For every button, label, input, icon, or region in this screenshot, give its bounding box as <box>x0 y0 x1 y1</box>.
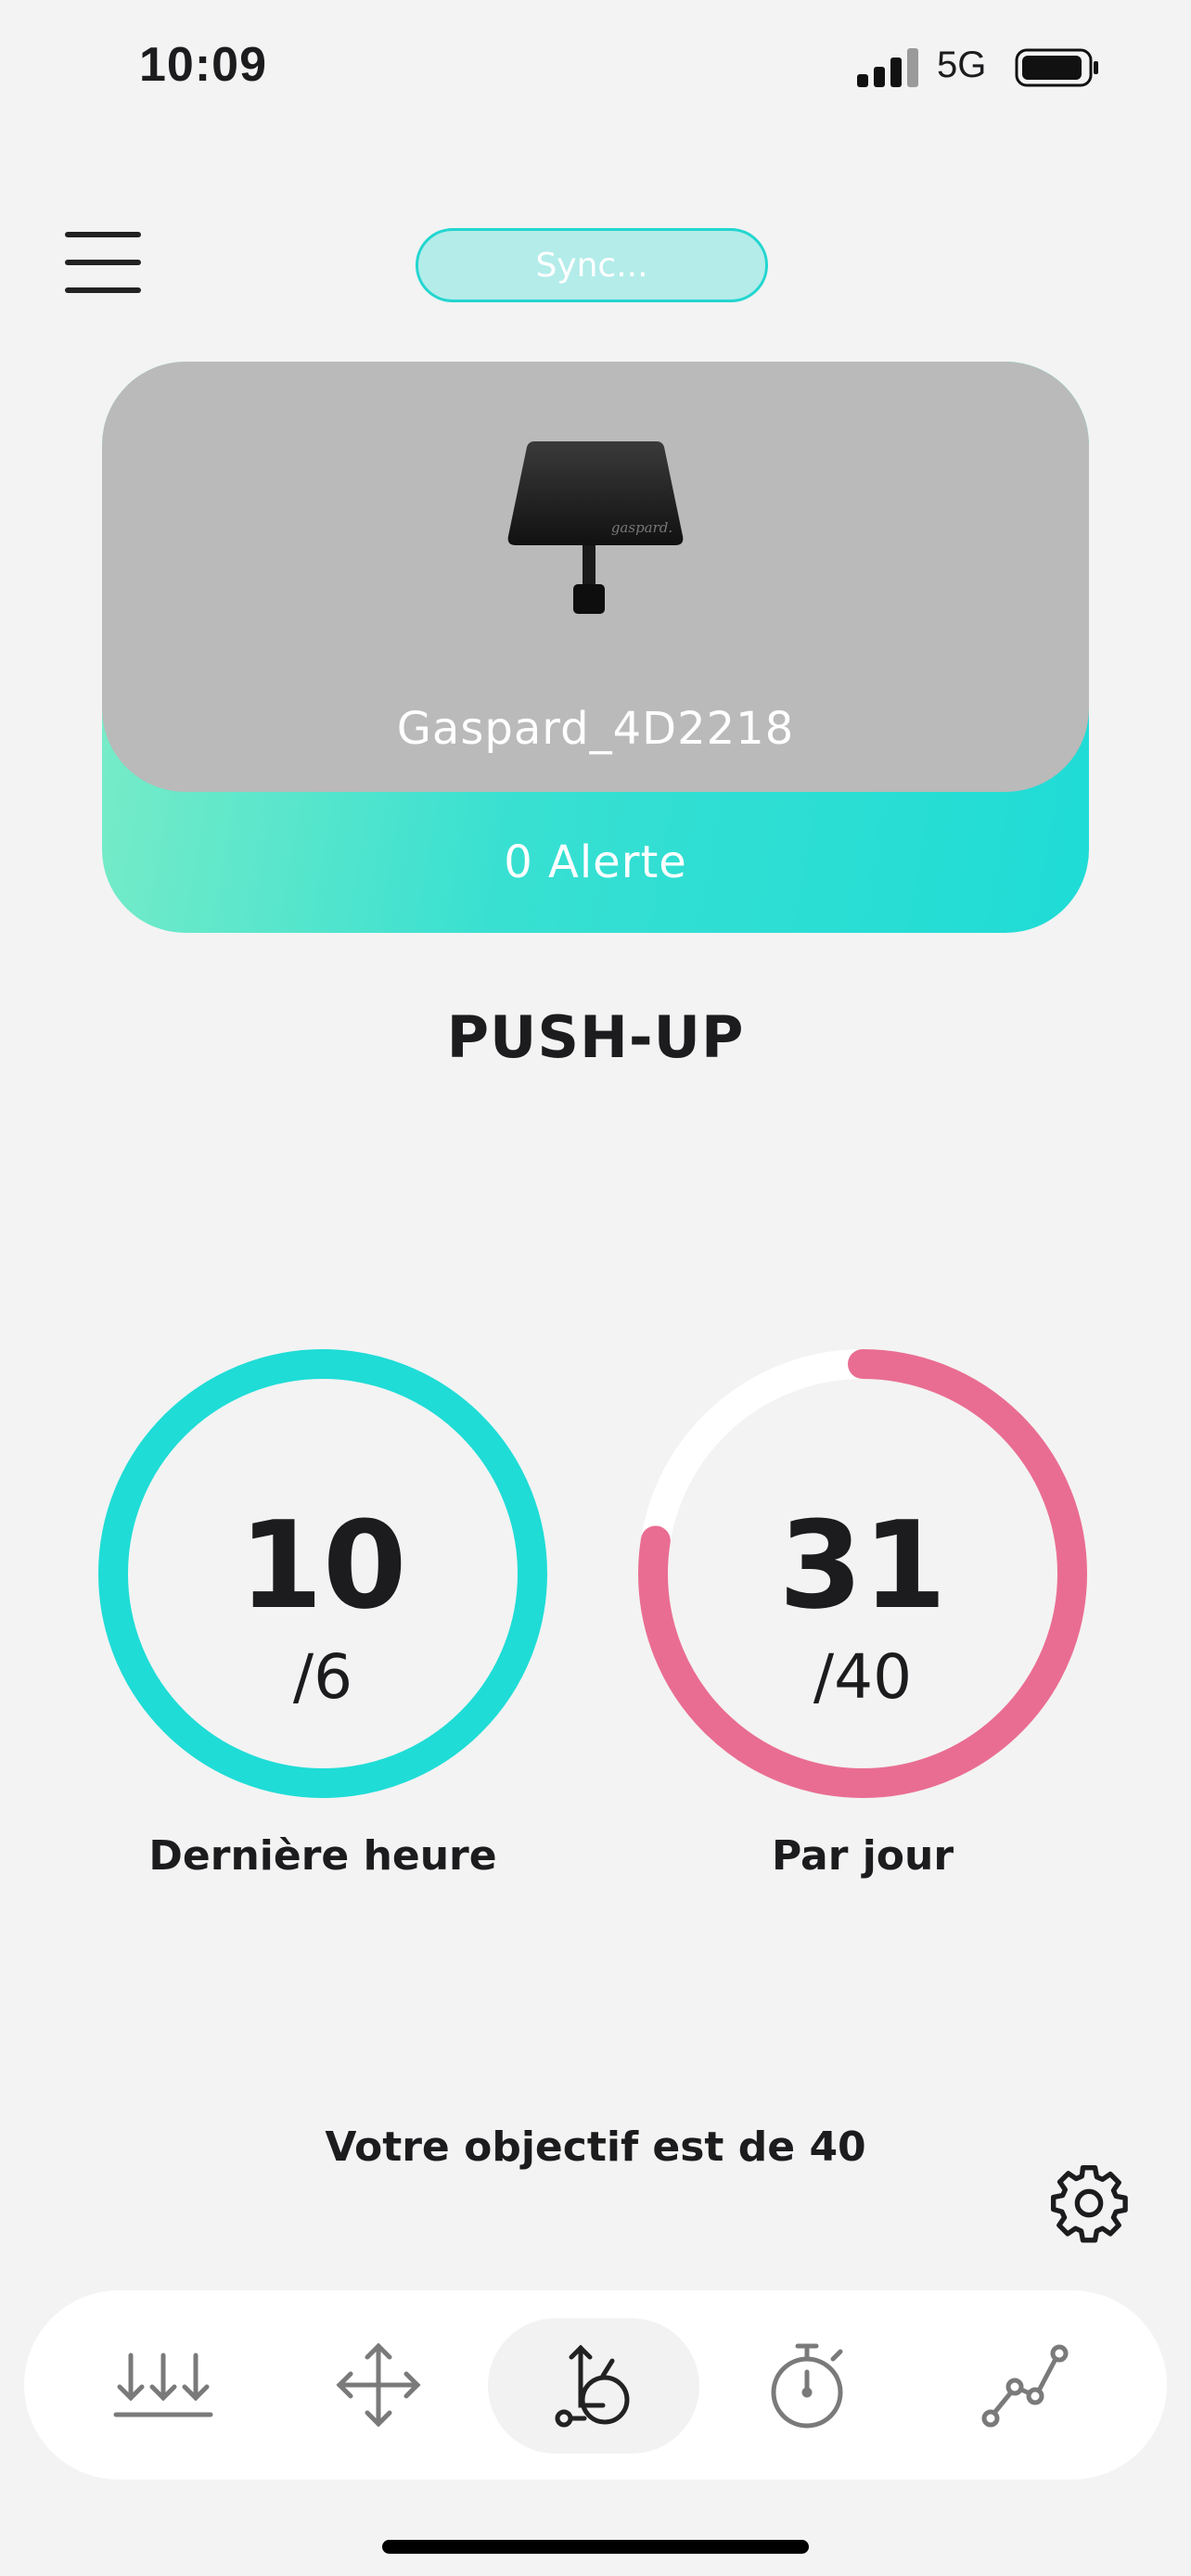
bottom-navigation <box>24 2290 1167 2480</box>
pressure-arrows-icon <box>113 2353 213 2417</box>
network-type: 5G <box>937 45 987 85</box>
daily-label: Par jour <box>771 1832 954 1880</box>
daily-count: 31 <box>778 1495 947 1636</box>
sync-status-button[interactable]: Sync... <box>416 228 768 302</box>
wheelchair-pushup-icon <box>555 2344 630 2428</box>
svg-text:gaspard.: gaspard. <box>611 519 672 536</box>
nav-timer-tab[interactable] <box>716 2290 902 2480</box>
last-hour-count: 10 <box>238 1495 407 1636</box>
battery-icon <box>1015 48 1098 87</box>
exercise-title: PUSH-UP <box>446 1003 745 1071</box>
status-time: 10:09 <box>139 38 267 92</box>
chart-line-icon <box>981 2344 1069 2428</box>
home-indicator[interactable] <box>382 2540 809 2554</box>
device-card[interactable]: gaspard. Gaspard_4D2218 0 Alerte <box>102 362 1089 933</box>
nav-stats-tab[interactable] <box>931 2290 1117 2480</box>
gear-icon[interactable] <box>1046 2161 1132 2246</box>
cellular-signal-icon <box>857 48 918 87</box>
hamburger-menu-icon[interactable] <box>65 232 141 295</box>
stopwatch-icon <box>771 2343 843 2429</box>
last-hour-target: /6 <box>292 1641 353 1713</box>
nav-pressure-tab[interactable] <box>70 2290 256 2480</box>
alert-count: 0 Alerte <box>504 836 687 888</box>
goal-text: Votre objectif est de 40 <box>325 2123 866 2171</box>
nav-move-tab[interactable] <box>286 2290 471 2480</box>
cushion-device-image: gaspard. <box>507 441 684 614</box>
move-arrows-icon <box>336 2342 421 2428</box>
last-hour-label: Dernière heure <box>148 1832 497 1880</box>
device-card-header: gaspard. Gaspard_4D2218 <box>102 362 1089 792</box>
nav-pushup-tab[interactable] <box>488 2290 699 2480</box>
daily-target: /40 <box>813 1641 913 1713</box>
device-name: Gaspard_4D2218 <box>396 703 795 755</box>
